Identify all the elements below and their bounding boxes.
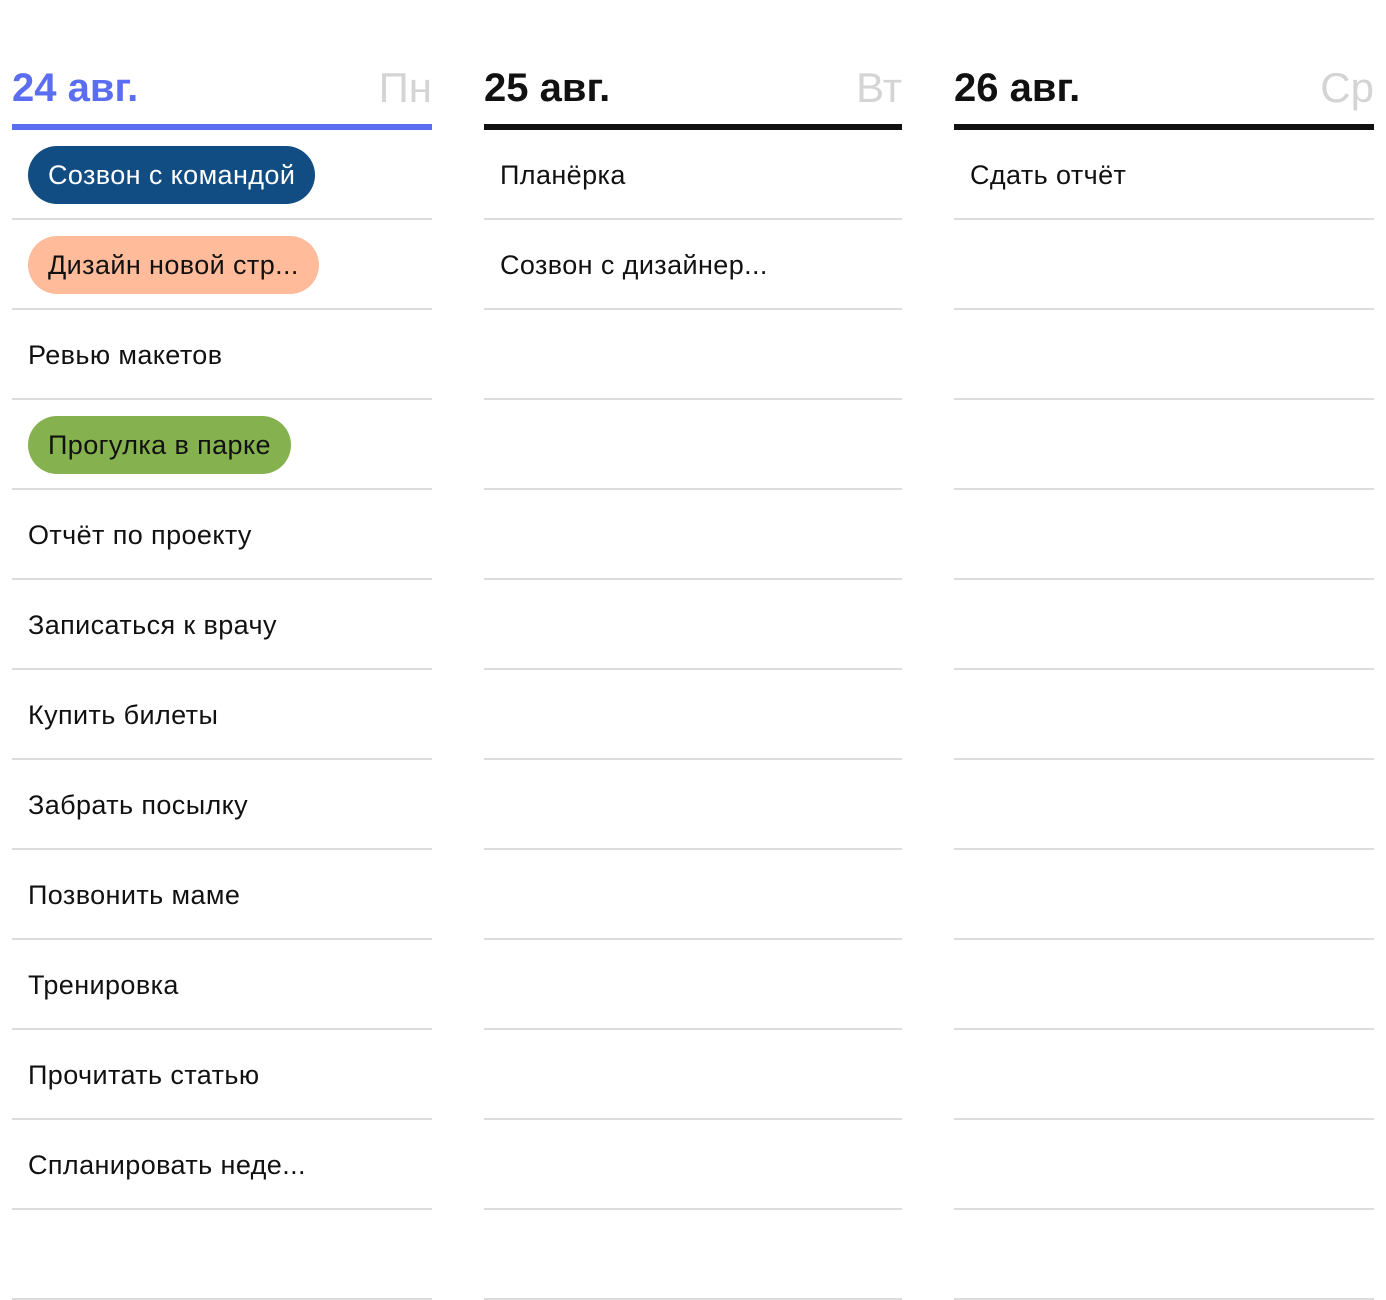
task-item[interactable]: Сдать отчёт	[970, 146, 1126, 204]
day-header: 26 авг. Ср	[954, 62, 1374, 124]
day-header: 24 авг. Пн	[12, 62, 432, 124]
task-item[interactable]: Планёрка	[500, 146, 626, 204]
day-weekday: Ср	[1320, 64, 1374, 111]
task-row[interactable]	[954, 850, 1374, 940]
task-row[interactable]	[484, 670, 902, 760]
task-row[interactable]	[484, 1030, 902, 1120]
task-row[interactable]	[12, 1210, 432, 1300]
task-row[interactable]	[954, 670, 1374, 760]
day-date: 26 авг.	[954, 66, 1081, 110]
day-weekday: Пн	[378, 64, 432, 111]
task-row[interactable]	[484, 1120, 902, 1210]
day-date: 24 авг.	[12, 66, 139, 110]
task-list: Созвон с командой Дизайн новой стр... Ревь…	[12, 130, 432, 1300]
task-row[interactable]: Прогулка в парке	[12, 400, 432, 490]
task-row[interactable]: Ревью макетов	[12, 310, 432, 400]
task-row[interactable]	[484, 1210, 902, 1300]
task-row[interactable]	[484, 490, 902, 580]
task-item[interactable]: Купить билеты	[28, 686, 218, 744]
day-header: 25 авг. Вт	[484, 62, 902, 124]
task-row[interactable]	[954, 1030, 1374, 1120]
task-row[interactable]	[954, 1120, 1374, 1210]
task-row[interactable]	[954, 760, 1374, 850]
task-item[interactable]: Созвон с дизайнер...	[500, 236, 768, 294]
task-row[interactable]: Дизайн новой стр...	[12, 220, 432, 310]
task-item[interactable]: Прочитать статью	[28, 1046, 259, 1104]
task-row[interactable]: Сдать отчёт	[954, 130, 1374, 220]
task-row[interactable]: Купить билеты	[12, 670, 432, 760]
task-row[interactable]	[484, 850, 902, 940]
task-row[interactable]	[484, 310, 902, 400]
task-row[interactable]: Прочитать статью	[12, 1030, 432, 1120]
task-item[interactable]: Позвонить маме	[28, 866, 240, 924]
task-row[interactable]	[954, 940, 1374, 1030]
task-row[interactable]: Созвон с дизайнер...	[484, 220, 902, 310]
task-list: Планёрка Созвон с дизайнер...	[484, 130, 902, 1300]
task-item[interactable]: Спланировать неде...	[28, 1136, 306, 1194]
task-item[interactable]: Отчёт по проекту	[28, 506, 252, 564]
task-item[interactable]: Забрать посылку	[28, 776, 248, 834]
task-row[interactable]: Забрать посылку	[12, 760, 432, 850]
task-row[interactable]	[954, 220, 1374, 310]
task-item[interactable]: Ревью макетов	[28, 326, 222, 384]
task-row[interactable]	[954, 490, 1374, 580]
task-pill[interactable]: Прогулка в парке	[28, 416, 291, 474]
task-row[interactable]: Созвон с командой	[12, 130, 432, 220]
task-row[interactable]	[484, 940, 902, 1030]
task-row[interactable]	[954, 580, 1374, 670]
task-row[interactable]: Планёрка	[484, 130, 902, 220]
day-weekday: Вт	[856, 64, 902, 111]
task-row[interactable]: Тренировка	[12, 940, 432, 1030]
task-row[interactable]	[484, 760, 902, 850]
task-row[interactable]	[484, 400, 902, 490]
task-row[interactable]	[954, 1210, 1374, 1300]
task-row[interactable]	[954, 400, 1374, 490]
task-list: Сдать отчёт	[954, 130, 1374, 1300]
task-pill[interactable]: Дизайн новой стр...	[28, 236, 319, 294]
task-row[interactable]: Спланировать неде...	[12, 1120, 432, 1210]
task-item[interactable]: Записаться к врачу	[28, 596, 277, 654]
task-row[interactable]	[484, 580, 902, 670]
task-item[interactable]: Тренировка	[28, 956, 179, 1014]
task-row[interactable]: Записаться к врачу	[12, 580, 432, 670]
task-row[interactable]: Отчёт по проекту	[12, 490, 432, 580]
task-pill[interactable]: Созвон с командой	[28, 146, 316, 204]
task-row[interactable]: Позвонить маме	[12, 850, 432, 940]
task-row[interactable]	[954, 310, 1374, 400]
day-date: 25 авг.	[484, 66, 611, 110]
